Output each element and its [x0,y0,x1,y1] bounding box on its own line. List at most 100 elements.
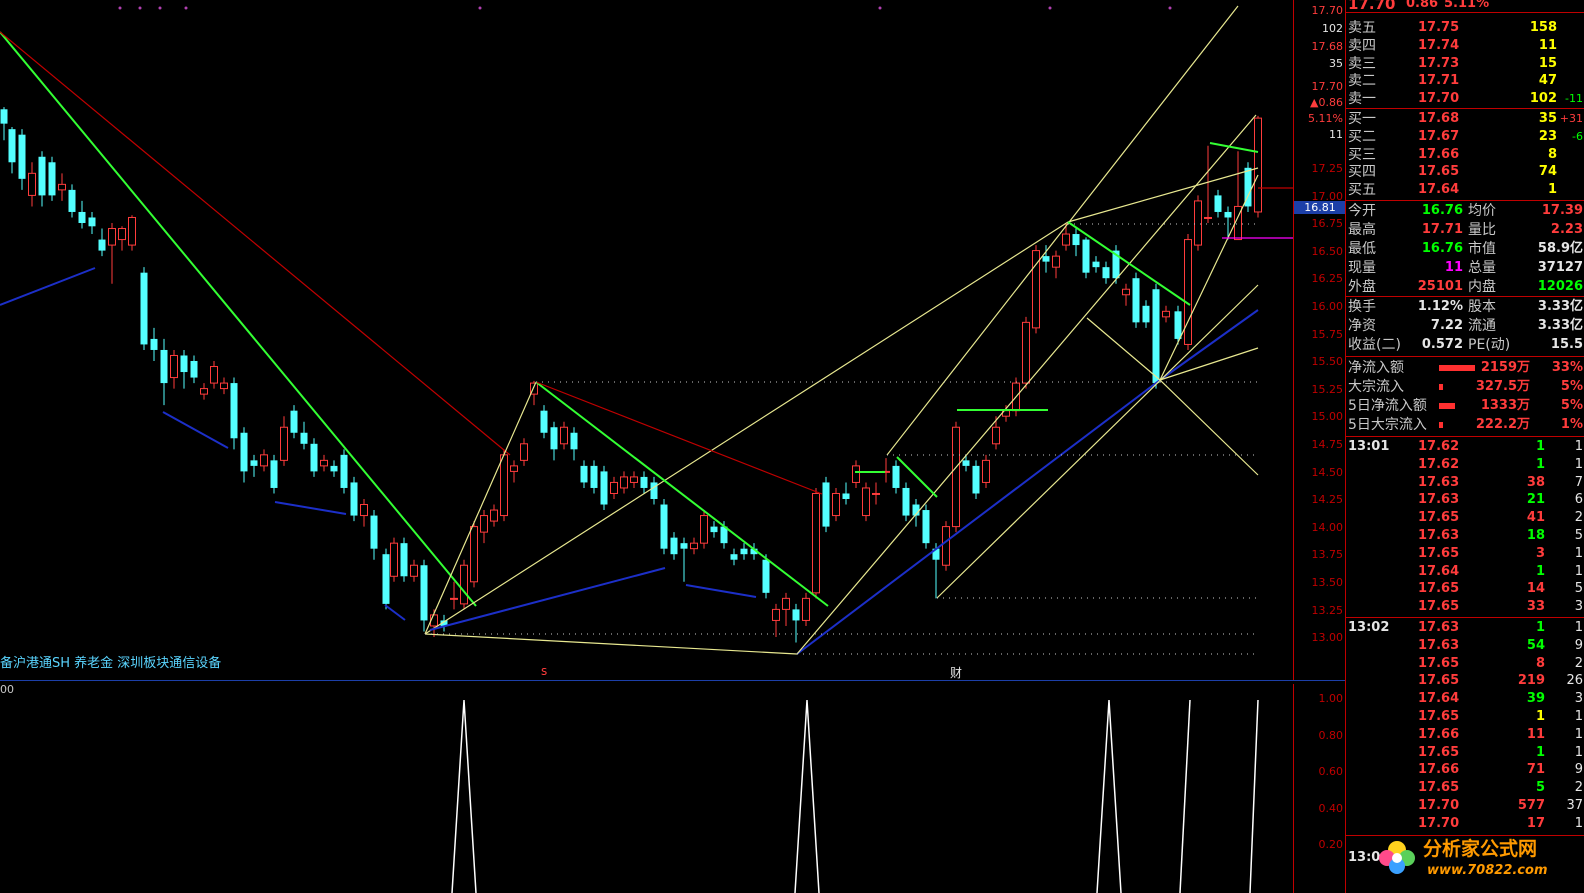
order-book-row: 买一 17.68 35 +31 [1346,110,1584,128]
indicator-axis: 1.00 0.80 0.60 0.40 0.20 [1293,684,1346,893]
book-label: 买五 [1348,182,1376,199]
tick-row: 17.66 11 1 [1346,726,1584,744]
indicator-tick: 0.40 [1318,801,1344,815]
book-label: 卖五 [1348,20,1376,36]
book-volume: 8 [1547,146,1557,162]
candle [350,476,358,522]
tick-count: 6 [1574,492,1583,508]
tick-volume: 1 [1535,563,1545,579]
candle [982,454,990,488]
signal-spikes [451,699,1259,893]
candle [1092,256,1100,273]
tick-price: 17.65 [1418,545,1460,561]
yellow-trendline [1159,174,1259,381]
trend-lines [0,5,1293,655]
stat-label: 股本 [1468,299,1496,315]
stat-label: 流通 [1468,318,1496,334]
candle [118,226,126,251]
candle [1032,245,1040,334]
candle [128,215,136,251]
marker-s: s [541,664,548,678]
candlestick-chart[interactable] [0,0,1293,680]
book-label: 卖二 [1348,73,1376,90]
candle [320,454,328,472]
candle [730,548,738,566]
yellow-trendline [424,381,537,635]
candle [330,460,338,477]
tick-price: 17.66 [1418,762,1460,778]
price-tick: 13.50 [1311,576,1344,589]
tick-row: 17.65 33 3 [1346,598,1584,616]
tick-row: 17.65 1 1 [1346,744,1584,762]
book-volume: 74 [1538,164,1557,180]
stat-label: 最低 [1348,241,1376,257]
candle [972,460,980,499]
tick-volume: 54 [1526,637,1545,653]
candle [600,465,608,511]
candle [230,377,238,450]
indicator-chart[interactable] [0,684,1293,893]
green-trendline [535,381,829,607]
tick-count: 1 [1574,563,1583,579]
flow-row: 5日大宗流入 222.2万 1% [1346,416,1584,434]
tick-time: 13:01 [1348,439,1390,454]
green-trendline [1209,142,1259,153]
price-tick: 13.00 [1311,631,1344,645]
stat-row: 最高 17.71 量比 2.23 [1346,221,1584,239]
indicator-tick: 0.60 [1318,765,1344,779]
price-tick: 13.75 [1311,548,1344,562]
candle [710,521,718,538]
book-price: 17.68 [1418,111,1460,126]
candle [490,504,498,527]
stat-row: 最低 16.76 市值 58.9亿 [1346,240,1584,258]
tick-row: 17.65 1 1 [1346,708,1584,726]
stat-label: 最高 [1348,222,1376,238]
candle [290,405,298,439]
price-tick: 15.25 [1311,382,1344,396]
yellow-trendline [1159,379,1259,476]
price-tick: 16.00 [1311,300,1344,313]
price-tick: 15.75 [1311,327,1344,341]
site-logo: 分析家公式网 www.70822.com [1379,837,1548,878]
flow-label: 5日净流入额 [1348,398,1427,414]
candle [340,449,348,494]
candle [470,521,478,588]
tick-price: 17.65 [1418,744,1460,760]
price-tick: 16.75 [1311,217,1344,231]
blue-trendline [0,267,96,306]
divider [1346,296,1584,297]
price-tick: 13.25 [1311,603,1344,617]
tick-price: 17.62 [1418,456,1460,472]
axis-top-label: 102 [1322,22,1343,35]
flow-pct: 5% [1560,379,1583,394]
candle [962,454,970,472]
book-label: 买四 [1348,164,1376,181]
candle [310,438,318,477]
tick-volume: 33 [1526,599,1545,615]
book-price: 17.65 [1418,164,1460,180]
yellow-trendline [886,5,1239,456]
tick-row: 17.65 14 5 [1346,580,1584,598]
tick-count: 37 [1566,798,1583,813]
stat-label: 外盘 [1348,279,1376,295]
tick-row: 17.65 5 2 [1346,779,1584,797]
flow-row: 净流入额 2159万 33% [1346,359,1584,377]
price-tick: 16.50 [1311,244,1344,258]
tick-row: 17.63 38 7 [1346,474,1584,492]
tick-row: 17.63 21 6 [1346,491,1584,509]
quote-header: 17.70 0.86 5.11% [1346,0,1584,12]
tick-count: 1 [1574,456,1583,472]
flow-bar [1439,365,1475,371]
price-tick: 16.25 [1311,272,1344,286]
stat-value: 3.33亿 [1537,318,1583,333]
candle [48,156,56,201]
divider [1346,356,1584,357]
candle [1234,151,1242,241]
blue-trendline [384,604,406,621]
divider [1346,108,1584,109]
candle [420,559,428,632]
candle [1194,195,1202,251]
stat-row: 净资 7.22 流通 3.33亿 [1346,317,1584,335]
axis-top-label: 5.11% [1308,112,1343,125]
candle [210,361,218,389]
